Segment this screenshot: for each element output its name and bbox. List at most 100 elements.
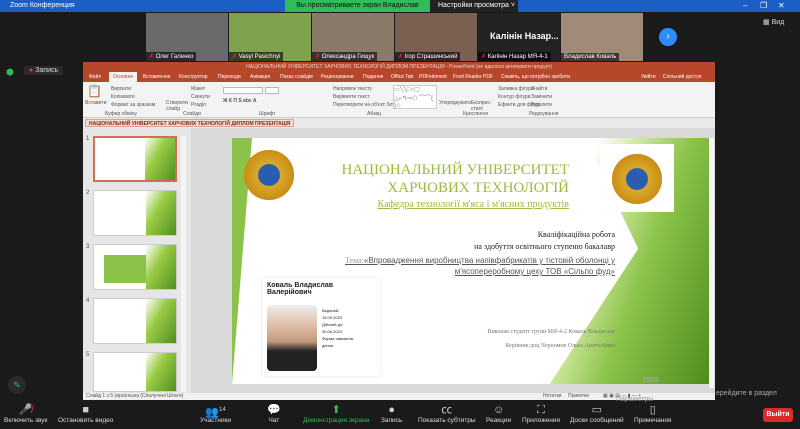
security-shield-icon[interactable]: ⬢ — [6, 67, 14, 78]
cut-button[interactable]: Вирізати — [111, 86, 131, 92]
mic-muted-icon: ✗ — [232, 54, 238, 60]
next-page-button[interactable]: › — [659, 28, 677, 46]
align-text-button[interactable]: Вирівняти текст — [333, 94, 370, 100]
view-button[interactable]: ▦ Вид — [763, 18, 784, 26]
section-button[interactable]: Розділ — [191, 102, 206, 108]
activation-params: Параметры — [616, 396, 654, 403]
record-button[interactable]: ● Запись — [381, 403, 402, 424]
video-tile[interactable]: ✗ Олег Галенко — [146, 13, 228, 61]
reset-button[interactable]: Скинути — [191, 94, 210, 100]
topic-label: Тема: — [344, 256, 364, 265]
find-button[interactable]: Знайти — [531, 86, 547, 92]
layout-button[interactable]: Макет — [191, 86, 205, 92]
supervisor-info: Керівник:доц.Черномов Ольга Анатоліївна — [505, 343, 615, 349]
tab-insert[interactable]: Вставлення — [143, 74, 170, 80]
tab-view[interactable]: Подання — [363, 74, 383, 80]
close-icon[interactable]: ✕ — [778, 1, 785, 10]
participants-label: Участники — [200, 417, 232, 424]
chat-button[interactable]: 💬 Чат — [267, 403, 281, 424]
participant-name: Ігор Страшинський — [404, 54, 458, 60]
text-direction-button[interactable]: Напрямок тексту — [333, 86, 372, 92]
participants-icon: 👥14 — [205, 406, 226, 419]
whiteboard-icon: ▭ — [591, 404, 603, 416]
degree: на здобуття освітнього ступеню бакалавр — [474, 242, 615, 251]
notes-icon: ▯ — [649, 404, 656, 416]
ribbon-tabs: Файл Основне Вставлення Конструктор Пере… — [83, 72, 715, 82]
reactions-button[interactable]: ☺ Реакции — [486, 403, 511, 424]
leave-button[interactable]: Выйти — [763, 408, 793, 422]
font-format-buttons[interactable]: Ж К П S abc A — [223, 98, 257, 104]
tab-review[interactable]: Рецензування — [321, 74, 354, 80]
slide-canvas[interactable]: НАЦІОНАЛЬНИЙ УНІВЕРСИТЕТ ХАРЧОВИХ ТЕХНОЛ… — [232, 138, 709, 384]
recording-indicator[interactable]: ● Запись — [24, 66, 64, 75]
shape-outline-button[interactable]: Контур фігури — [498, 94, 530, 100]
slide-thumbnail[interactable] — [93, 244, 177, 290]
arrange-button[interactable]: Упорядкувати — [439, 100, 471, 106]
slide-thumbnail[interactable] — [93, 190, 177, 236]
video-tile[interactable]: ✗ Олександра Гищук — [312, 13, 394, 61]
comments-button[interactable]: Примітки — [568, 393, 589, 399]
cc-icon: ㏄ — [441, 404, 453, 416]
topic-line2: м'ясопереробному цеху ТОВ «Сільпо фуд» — [454, 267, 615, 276]
unmute-button[interactable]: 🎤̸ Включить звук — [4, 403, 47, 424]
share-screen-icon: ⬆ — [331, 404, 341, 416]
tab-animations[interactable]: Анімація — [250, 74, 270, 80]
ribbon: 📋 Вставити Вирізати Копіювати Формат за … — [83, 82, 715, 118]
slide-thumbnail[interactable] — [93, 352, 177, 392]
select-button[interactable]: Виділити — [531, 102, 552, 108]
mic-muted-icon: ✗ — [398, 54, 404, 60]
video-tile[interactable]: Калінін Назар... ✗ Калінін Назар МЯ-4-1 — [478, 13, 560, 61]
valid-label: Дійсний до: — [322, 322, 344, 327]
shape-fill-button[interactable]: Заливка фігури — [498, 86, 534, 92]
tell-me-search[interactable]: Скажіть, що потрібно зробити — [501, 74, 570, 80]
stop-video-button[interactable]: ■ Остановить видео — [58, 403, 113, 424]
captions-button[interactable]: ㏄ Показать субтитры — [418, 403, 476, 424]
video-tile[interactable]: ✗ Ігор Страшинський — [395, 13, 477, 61]
tab-slideshow[interactable]: Показ слайдів — [280, 74, 313, 80]
group-label: Абзац — [367, 111, 382, 117]
thumbnail-scrollbar[interactable] — [181, 136, 186, 392]
notes-label: Примечания — [634, 417, 672, 424]
notes-button[interactable]: Нотатки — [543, 393, 561, 399]
tab-foxit[interactable]: Foxit Reader PDF — [453, 74, 493, 80]
notes-button[interactable]: ▯ Примечания — [634, 403, 672, 424]
tab-design[interactable]: Конструктор — [179, 74, 208, 80]
minimize-icon[interactable]: – — [743, 1, 747, 10]
participants-button[interactable]: 👥14 Участники — [200, 403, 231, 424]
tab-file[interactable]: Файл — [89, 74, 101, 80]
annotate-pencil-icon[interactable]: ✎ — [8, 376, 26, 394]
sign-in-link[interactable]: Увійти — [641, 74, 656, 80]
font-name-input[interactable] — [223, 87, 263, 94]
whiteboards-button[interactable]: ▭ Доски сообщений — [570, 403, 624, 424]
zoom-toolbar: 🎤̸ Включить звук ■ Остановить видео 👥14 Уча… — [0, 400, 800, 429]
copy-button[interactable]: Копіювати — [111, 94, 135, 100]
shapes-gallery[interactable]: ▭╲╲□○▢ △⌐↰⇨⬠ ⌒⌒{ }☆ — [393, 85, 437, 109]
video-tile[interactable]: Владислав Коваль — [561, 13, 643, 61]
video-tile[interactable]: ✗ Vasyl Pasichnyi — [229, 13, 311, 61]
tab-transitions[interactable]: Переходи — [218, 74, 241, 80]
slide-thumbnail[interactable] — [93, 136, 177, 182]
activation-hint: ерейдите в раздел — [716, 390, 777, 397]
student-photo — [267, 305, 317, 371]
share-screen-button[interactable]: ⬆ Демонстрация экрана — [303, 403, 369, 424]
share-button[interactable]: Спільний доступ — [663, 74, 701, 80]
slide-thumbnail[interactable] — [93, 298, 177, 344]
tab-home[interactable]: Основне — [109, 72, 138, 82]
apps-button[interactable]: ⛶ Приложения — [522, 403, 560, 424]
participant-big-name: Калінін Назар... — [490, 31, 559, 41]
activation-watermark: ows — [643, 374, 660, 384]
document-tab[interactable]: НАЦІОНАЛЬНИЙ УНІВЕРСИТЕТ ХАРЧОВИХ ТЕХНОЛ… — [85, 119, 295, 127]
participant-name: Олег Галенко — [155, 54, 194, 60]
paste-button[interactable]: Вставити — [85, 100, 106, 106]
tab-pdfelement[interactable]: PDFelement — [419, 74, 447, 80]
tab-office-tab[interactable]: Office Tab — [391, 74, 413, 80]
participants-count: 14 — [219, 407, 226, 413]
view-options-button[interactable]: Настройки просмотра ˅ — [430, 0, 518, 12]
format-painter-button[interactable]: Формат за зразком — [111, 102, 155, 108]
font-size-input[interactable] — [265, 87, 279, 94]
maximize-icon[interactable]: ❐ — [760, 1, 767, 10]
replace-button[interactable]: Замінити — [531, 94, 552, 100]
slide-scrollbar[interactable] — [709, 138, 714, 388]
captions-label: Показать субтитры — [418, 417, 476, 424]
mic-muted-icon: ✗ — [481, 54, 487, 60]
